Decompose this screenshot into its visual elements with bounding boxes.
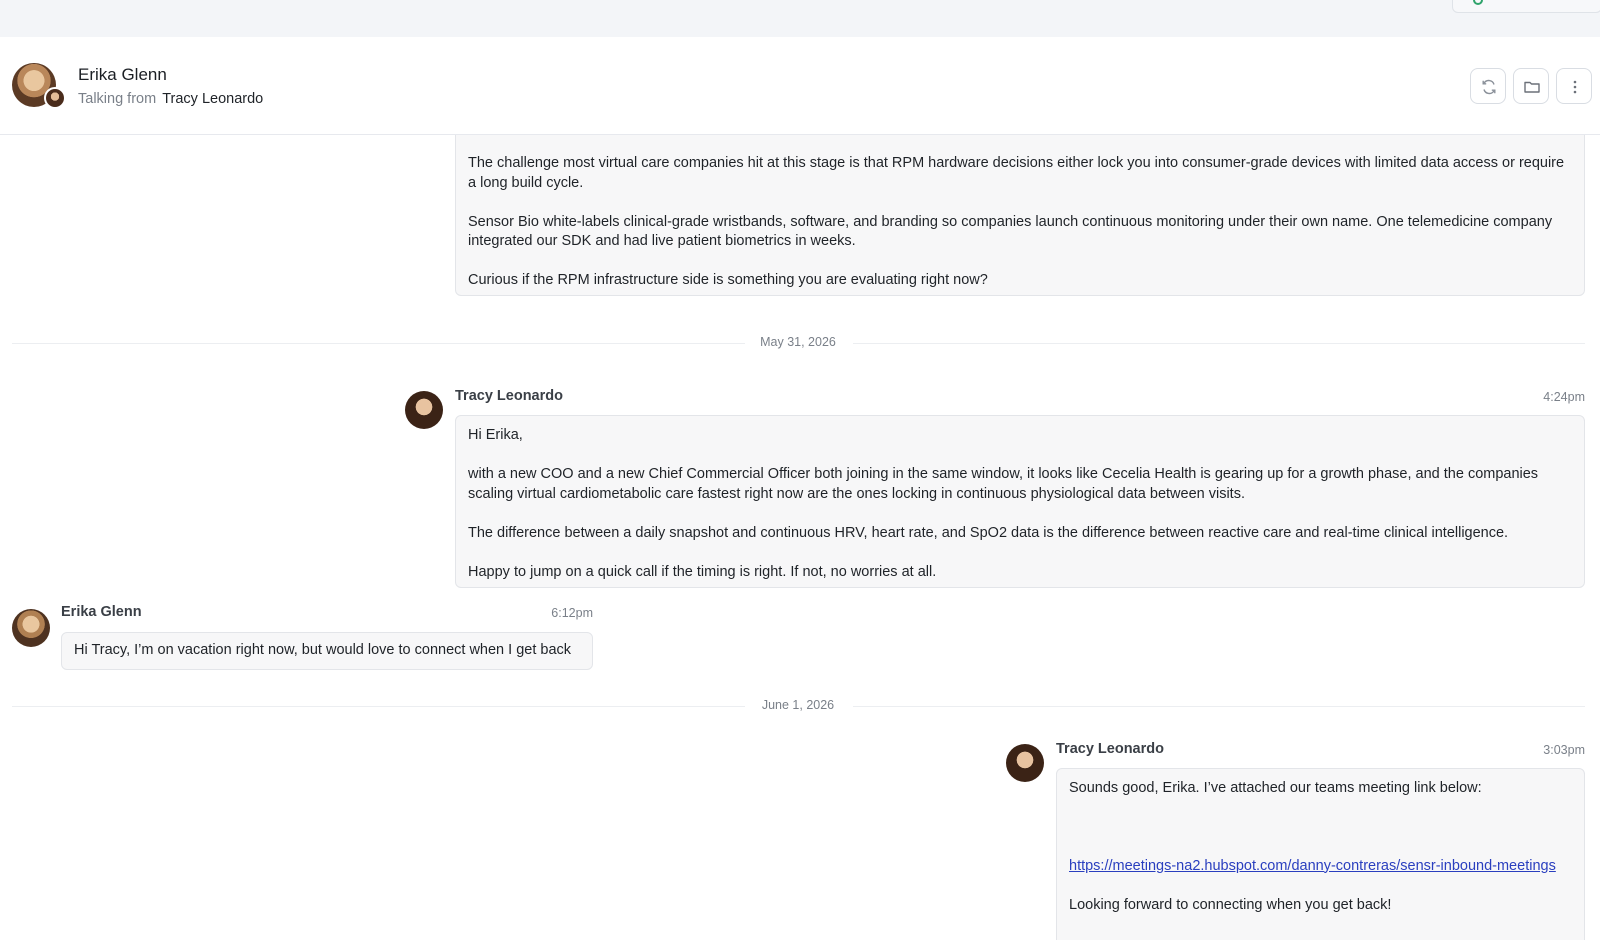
message-paragraph: Happy to jump on a quick call if the tim… [468, 563, 937, 580]
message-bubble: Sounds good, Erika. I’ve attached our te… [1056, 768, 1585, 940]
message-paragraph: https://meetings-na2.hubspot.com/danny-c… [1069, 857, 1572, 877]
sender-avatar [405, 391, 443, 429]
conversation-header: Erika Glenn Talking from Tracy Leonardo [0, 37, 1600, 135]
message-paragraph: The difference between a daily snapshot … [468, 524, 1509, 541]
more-options-button[interactable] [1556, 68, 1592, 104]
message-bubble: The challenge most virtual care companie… [455, 135, 1585, 296]
date-separator: May 31, 2026 [760, 335, 836, 349]
sync-button[interactable] [1470, 68, 1506, 104]
message-paragraph: The challenge most virtual care companie… [468, 155, 1565, 191]
talking-from-name: Tracy Leonardo [162, 91, 264, 107]
status-pill[interactable] [1452, 0, 1600, 13]
sender-avatar [1006, 744, 1044, 782]
sender-name: Erika Glenn [61, 604, 142, 620]
date-separator-line [12, 706, 745, 707]
sender-name: Tracy Leonardo [455, 388, 563, 404]
message-time: 6:12pm [551, 606, 593, 620]
meeting-link[interactable]: https://meetings-na2.hubspot.com/danny-c… [1069, 858, 1556, 874]
talking-from-prefix: Talking from [78, 91, 157, 107]
message-paragraph: Hi Erika, [468, 427, 523, 443]
message-paragraph: Sensor Bio white-labels clinical-grade w… [468, 213, 1553, 250]
date-separator: June 1, 2026 [761, 698, 835, 712]
message-bubble: Hi Erika, with a new COO and a new Chief… [455, 415, 1585, 588]
owner-avatar [44, 87, 66, 109]
message-paragraph: Looking forward to connecting when you g… [1069, 896, 1392, 913]
more-vertical-icon [1573, 80, 1577, 94]
sender-name: Tracy Leonardo [1056, 741, 1164, 757]
date-separator-line [853, 706, 1585, 707]
message-paragraph: Sounds good, Erika. I’ve attached our te… [1069, 780, 1482, 796]
top-bar [0, 0, 1600, 37]
message-bubble: Hi Tracy, I’m on vacation right now, but… [61, 632, 593, 670]
folder-button[interactable] [1513, 68, 1549, 104]
folder-icon [1524, 81, 1540, 93]
message-paragraph: with a new COO and a new Chief Commercia… [468, 466, 1539, 502]
message-time: 3:03pm [1543, 743, 1585, 757]
sender-avatar [12, 609, 50, 647]
date-separator-line [12, 343, 745, 344]
contact-name[interactable]: Erika Glenn [78, 65, 167, 85]
message-paragraph: Curious if the RPM infrastructure side i… [468, 272, 988, 288]
message-feed[interactable]: The challenge most virtual care companie… [0, 135, 1600, 940]
date-separator-line [853, 343, 1585, 344]
sync-icon [1482, 79, 1496, 95]
talking-from: Talking from Tracy Leonardo [78, 91, 263, 107]
message-time: 4:24pm [1543, 390, 1585, 404]
status-icon [1473, 0, 1483, 5]
message-text: Hi Tracy, I’m on vacation right now, but… [74, 642, 572, 658]
